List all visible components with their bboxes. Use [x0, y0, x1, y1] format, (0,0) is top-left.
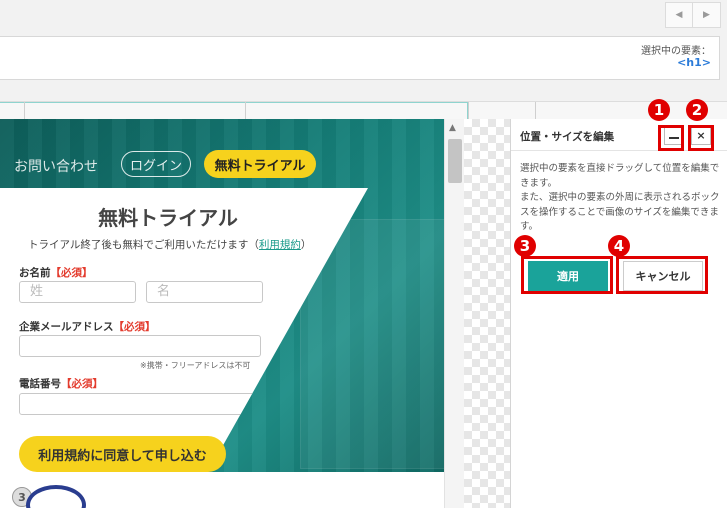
selection-ruler-outline — [0, 102, 468, 120]
nav-arrows: ◀ ▶ — [665, 2, 721, 28]
award-emblem — [26, 485, 86, 508]
panel-header: 位置・サイズを編集 × — [511, 119, 727, 151]
chevron-right-icon[interactable]: ▶ — [693, 2, 721, 28]
required-tag: 【必須】 — [50, 267, 93, 279]
cancel-button[interactable]: キャンセル — [623, 261, 703, 291]
last-name-input[interactable]: 姓 — [19, 281, 136, 303]
phone-input[interactable] — [19, 393, 261, 415]
close-button[interactable]: × — [691, 125, 711, 145]
phone-label: 電話番号【必須】 — [19, 376, 103, 391]
selection-info-bar: 選択中の要素： <h1> — [0, 36, 720, 80]
preview-scrollbar[interactable]: ▲ — [444, 119, 464, 508]
transparent-area — [464, 119, 510, 508]
email-input[interactable] — [19, 335, 261, 357]
selection-label: 選択中の要素： — [641, 46, 711, 57]
email-label: 企業メールアドレス【必須】 — [19, 319, 156, 334]
ruler — [0, 101, 727, 120]
ruler-tick — [24, 102, 25, 120]
annotation-marker-4: 4 — [608, 235, 630, 257]
contact-link[interactable]: お問い合わせ — [14, 156, 98, 176]
name-label: お名前【必須】 — [19, 265, 93, 280]
email-hint: ※携帯・フリーアドレスは不可 — [140, 361, 251, 370]
minimize-icon — [669, 137, 679, 139]
top-toolbar: ◀ ▶ — [0, 0, 727, 36]
required-tag: 【必須】 — [113, 321, 156, 333]
trial-header-button[interactable]: 無料トライアル — [204, 150, 316, 178]
scroll-up-arrow-icon[interactable]: ▲ — [449, 123, 456, 133]
chevron-left-icon[interactable]: ◀ — [665, 2, 693, 28]
name-label-text: お名前 — [19, 267, 51, 279]
form-title[interactable]: 無料トライアル — [0, 202, 336, 231]
panel-title: 位置・サイズを編集 — [520, 131, 615, 143]
ruler-tick — [245, 102, 246, 120]
close-icon: × — [696, 128, 706, 142]
hero-section[interactable]: お問い合わせ ログイン 無料トライアル 無料トライアル トライアル終了後も無料で… — [0, 119, 444, 472]
email-label-text: 企業メールアドレス — [19, 321, 114, 333]
scroll-thumb[interactable] — [448, 139, 462, 183]
form-note-text: トライアル終了後も無料でご利用いただけます — [28, 239, 249, 251]
login-button[interactable]: ログイン — [121, 151, 191, 177]
form-note-paren-open: （ — [248, 239, 259, 251]
award-badge: 3 — [12, 485, 92, 508]
ruler-tick — [535, 102, 536, 120]
annotation-marker-2: 2 — [686, 99, 708, 121]
form-note-paren-close: ） — [300, 239, 312, 251]
apply-button[interactable]: 適用 — [528, 261, 608, 291]
terms-link[interactable]: 利用規約 — [259, 239, 301, 251]
form-note: トライアル終了後も無料でご利用いただけます（利用規約） — [28, 237, 311, 252]
selection-value[interactable]: <h1> — [677, 56, 711, 69]
phone-label-text: 電話番号 — [19, 378, 61, 390]
minimize-button[interactable] — [664, 125, 684, 145]
ruler-tick — [468, 102, 469, 120]
annotation-marker-1: 1 — [648, 99, 670, 121]
submit-button[interactable]: 利用規約に同意して申し込む — [19, 436, 226, 472]
first-name-input[interactable]: 名 — [146, 281, 263, 303]
required-tag: 【必須】 — [61, 378, 103, 390]
annotation-marker-3: 3 — [514, 235, 536, 257]
panel-description: 選択中の要素を直接ドラッグして位置を編集できます。 また、選択中の要素の外周に表… — [520, 163, 720, 232]
preview-canvas: お問い合わせ ログイン 無料トライアル 無料トライアル トライアル終了後も無料で… — [0, 119, 444, 508]
edit-position-size-panel: 位置・サイズを編集 × 選択中の要素を直接ドラッグして位置を編集できます。 また… — [510, 119, 727, 508]
